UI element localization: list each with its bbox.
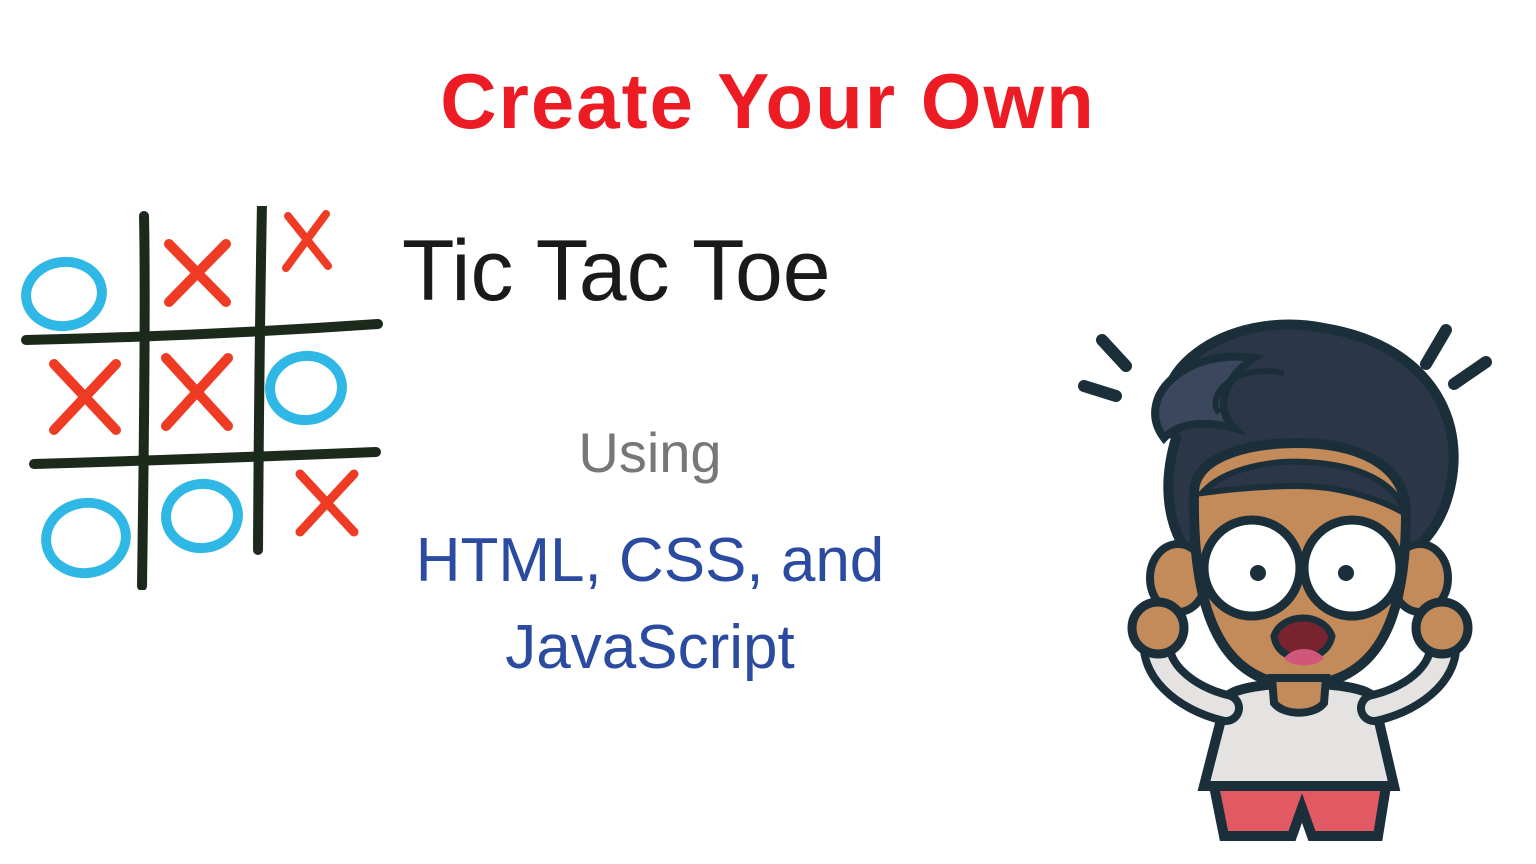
tictactoe-board-icon [4,206,394,590]
subtitle: Tic Tac Toe [402,222,831,321]
excited-boy-icon [1074,318,1514,848]
page-title: Create Your Own [0,56,1536,147]
tech-line-1: HTML, CSS, and [416,526,885,595]
tech-line-2: JavaScript [505,613,794,682]
